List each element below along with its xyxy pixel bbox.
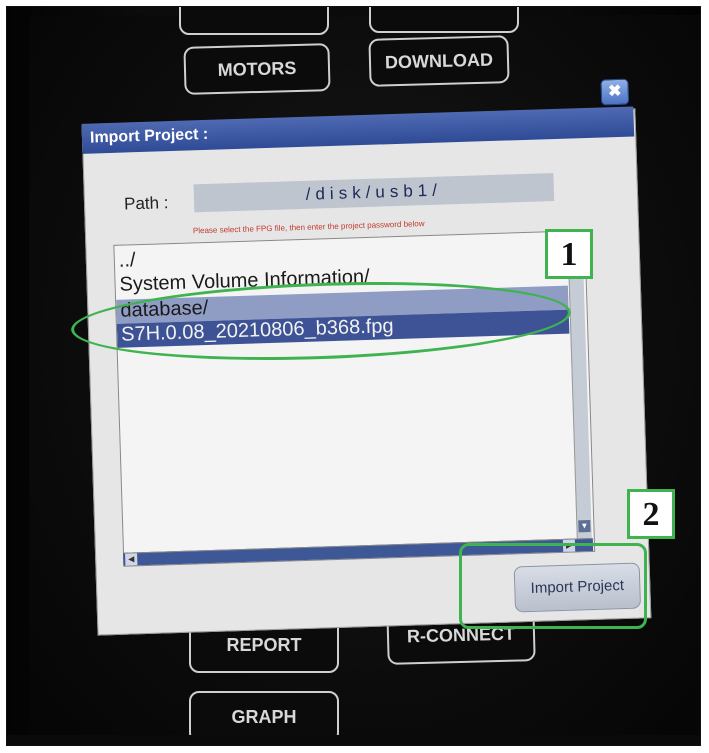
footer-strip: [7, 735, 700, 745]
arrow-left-icon[interactable]: ◀: [125, 553, 138, 566]
top-left-partial-button[interactable]: [179, 7, 329, 35]
top-right-partial-button[interactable]: [369, 7, 519, 33]
arrow-down-icon[interactable]: ▼: [578, 520, 591, 533]
motors-button[interactable]: MOTORS: [183, 43, 331, 95]
screenshot-frame: MOTORS DOWNLOAD REPORT R-CONNECT GRAPH I…: [6, 6, 701, 746]
file-list[interactable]: ../ System Volume Information/ database/…: [113, 230, 596, 567]
path-label: Path :: [123, 193, 169, 214]
step2-highlight-box: [459, 543, 647, 629]
step1-number-badge: 1: [545, 229, 593, 279]
close-icon[interactable]: ✖: [600, 78, 630, 106]
device-screen: MOTORS DOWNLOAD REPORT R-CONNECT GRAPH I…: [29, 7, 700, 745]
step2-number-badge: 2: [627, 489, 675, 539]
download-button[interactable]: DOWNLOAD: [368, 35, 510, 87]
list-item[interactable]: ../: [119, 249, 136, 273]
